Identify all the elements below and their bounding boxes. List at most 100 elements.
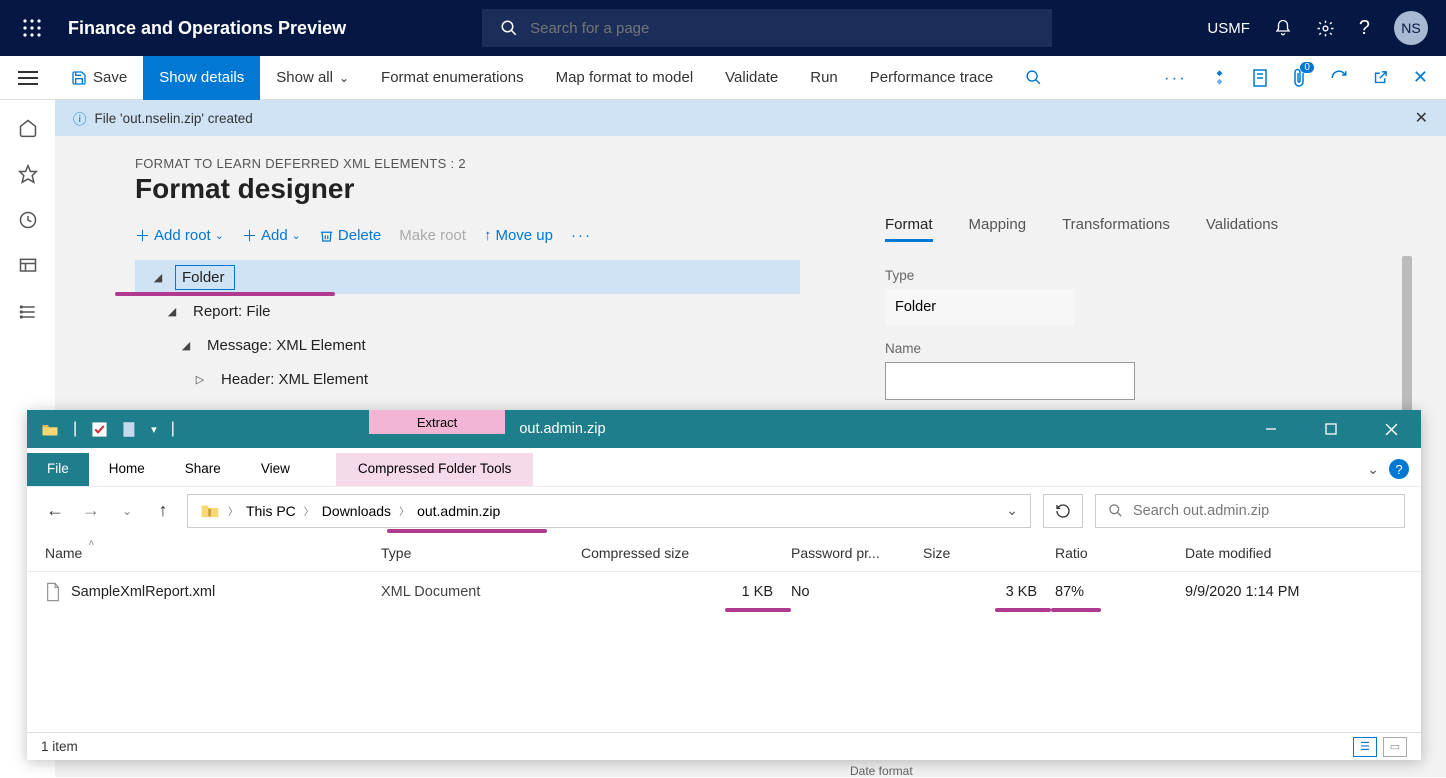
caret-right-icon[interactable]: ▷ (191, 373, 209, 386)
infobar-close-icon[interactable]: ✕ (1415, 108, 1428, 128)
chevron-down-icon: ⌄ (292, 229, 301, 242)
caret-down-icon[interactable]: ◢ (149, 271, 167, 284)
file-size: 3 KB (1006, 584, 1037, 600)
col-date[interactable]: Date modified (1185, 545, 1375, 561)
global-search-input[interactable] (530, 20, 1034, 37)
qat-dropdown-icon[interactable]: ▾ (151, 423, 157, 436)
more-icon[interactable]: ··· (1164, 68, 1187, 88)
tab-transformations[interactable]: Transformations (1062, 216, 1170, 242)
breadcrumb-this-pc[interactable]: This PC (246, 503, 296, 519)
checkbox-icon[interactable] (91, 421, 108, 438)
tree-node-message[interactable]: ◢ Message: XML Element (135, 328, 800, 362)
col-compressed-size[interactable]: Compressed size (581, 545, 791, 561)
date-format-label: Date format (850, 764, 913, 778)
folder-icon[interactable] (41, 422, 59, 437)
workspace-icon[interactable] (18, 256, 38, 276)
highlight-underline (115, 292, 335, 296)
col-ratio[interactable]: Ratio (1055, 545, 1185, 561)
popout-icon[interactable] (1372, 69, 1389, 86)
gear-icon[interactable] (1316, 19, 1335, 38)
ribbon-help-icon[interactable]: ? (1389, 459, 1409, 479)
show-all-button[interactable]: Show all ⌄ (260, 56, 365, 100)
office-icon[interactable] (1252, 69, 1268, 87)
run-button[interactable]: Run (794, 56, 854, 100)
nav-up-icon[interactable]: ↑ (151, 500, 175, 521)
minimize-button[interactable] (1241, 410, 1301, 448)
nav-forward-icon[interactable]: → (79, 500, 103, 521)
col-type[interactable]: Type (381, 545, 581, 561)
help-icon[interactable]: ? (1359, 17, 1370, 40)
map-format-button[interactable]: Map format to model (540, 56, 710, 100)
nav-back-icon[interactable]: ← (43, 500, 67, 521)
col-size[interactable]: Size (923, 545, 1055, 561)
add-button[interactable]: ＋ Add ⌄ (242, 225, 301, 246)
breadcrumb-zip[interactable]: out.admin.zip (417, 503, 500, 519)
ribbon-tab-home[interactable]: Home (89, 453, 165, 486)
highlight-underline (995, 608, 1051, 612)
highlight-underline (387, 529, 547, 533)
explorer-search[interactable]: Search out.admin.zip (1095, 494, 1405, 528)
save-label: Save (93, 69, 127, 86)
delete-button[interactable]: Delete (319, 227, 381, 244)
file-password: No (791, 584, 923, 600)
maximize-button[interactable] (1301, 410, 1361, 448)
show-details-button[interactable]: Show details (143, 56, 260, 100)
file-row[interactable]: SampleXmlReport.xml XML Document 1 KB No… (27, 572, 1421, 612)
caret-down-icon[interactable]: ◢ (163, 305, 181, 318)
window-close-button[interactable] (1361, 410, 1421, 448)
validate-button[interactable]: Validate (709, 56, 794, 100)
extract-context-tab[interactable]: Extract (369, 410, 505, 434)
modules-icon[interactable] (18, 302, 38, 322)
chevron-right-icon: 〉 (304, 503, 314, 518)
recent-icon[interactable] (18, 210, 38, 230)
view-thumbnails-icon[interactable]: ▭ (1383, 737, 1407, 757)
move-up-button[interactable]: ↑ Move up (484, 227, 553, 244)
address-dropdown-icon[interactable]: ⌄ (1006, 502, 1018, 519)
tab-mapping[interactable]: Mapping (969, 216, 1027, 242)
performance-trace-button[interactable]: Performance trace (854, 56, 1009, 100)
caret-down-icon[interactable]: ◢ (177, 339, 195, 352)
close-icon[interactable]: ✕ (1413, 67, 1428, 88)
tree-node-header[interactable]: ▷ Header: XML Element (135, 362, 800, 396)
bell-icon[interactable] (1274, 19, 1292, 37)
nav-recent-icon[interactable]: ⌄ (115, 504, 139, 518)
tree-node-folder[interactable]: ◢ Folder (135, 260, 800, 294)
scrollbar-thumb[interactable] (1402, 256, 1412, 416)
page-icon[interactable] (122, 421, 137, 438)
ribbon-tab-file[interactable]: File (27, 453, 89, 486)
name-input[interactable] (885, 362, 1135, 400)
ribbon-tab-compressed-tools[interactable]: Compressed Folder Tools (336, 453, 534, 486)
tree-node-label: Report: File (189, 301, 275, 322)
ribbon-tab-view[interactable]: View (241, 453, 310, 486)
entity-label[interactable]: USMF (1207, 20, 1250, 37)
breadcrumb-downloads[interactable]: Downloads (322, 503, 391, 519)
add-root-button[interactable]: ＋ Add root ⌄ (135, 225, 224, 246)
plus-icon: ＋ (242, 225, 257, 246)
delete-label: Delete (338, 227, 381, 244)
attachment-icon[interactable]: 0 (1292, 68, 1306, 88)
home-icon[interactable] (18, 118, 38, 138)
file-type: XML Document (381, 584, 581, 600)
col-name[interactable]: Name˄ (45, 545, 381, 561)
refresh-icon[interactable] (1330, 69, 1348, 87)
ribbon-tab-share[interactable]: Share (165, 453, 241, 486)
refresh-button[interactable] (1043, 494, 1083, 528)
diamond-icon[interactable] (1211, 69, 1228, 86)
page-title: Format designer (135, 173, 1446, 205)
col-password[interactable]: Password pr... (791, 545, 923, 561)
tab-validations[interactable]: Validations (1206, 216, 1278, 242)
tree-more-icon[interactable]: ··· (571, 227, 592, 244)
star-icon[interactable] (18, 164, 38, 184)
hamburger-icon[interactable] (0, 56, 55, 100)
save-button[interactable]: Save (55, 56, 143, 100)
view-details-icon[interactable]: ☰ (1353, 737, 1377, 757)
search-tool-button[interactable] (1009, 56, 1058, 100)
waffle-icon[interactable] (12, 8, 52, 48)
avatar[interactable]: NS (1394, 11, 1428, 45)
format-enumerations-button[interactable]: Format enumerations (365, 56, 540, 100)
ribbon-collapse-icon[interactable]: ⌄ (1367, 461, 1379, 478)
address-bar[interactable]: 〉 This PC 〉 Downloads 〉 out.admin.zip ⌄ (187, 494, 1031, 528)
tab-format[interactable]: Format (885, 216, 933, 242)
tree-node-report[interactable]: ◢ Report: File (135, 294, 800, 328)
global-search[interactable] (482, 9, 1052, 47)
